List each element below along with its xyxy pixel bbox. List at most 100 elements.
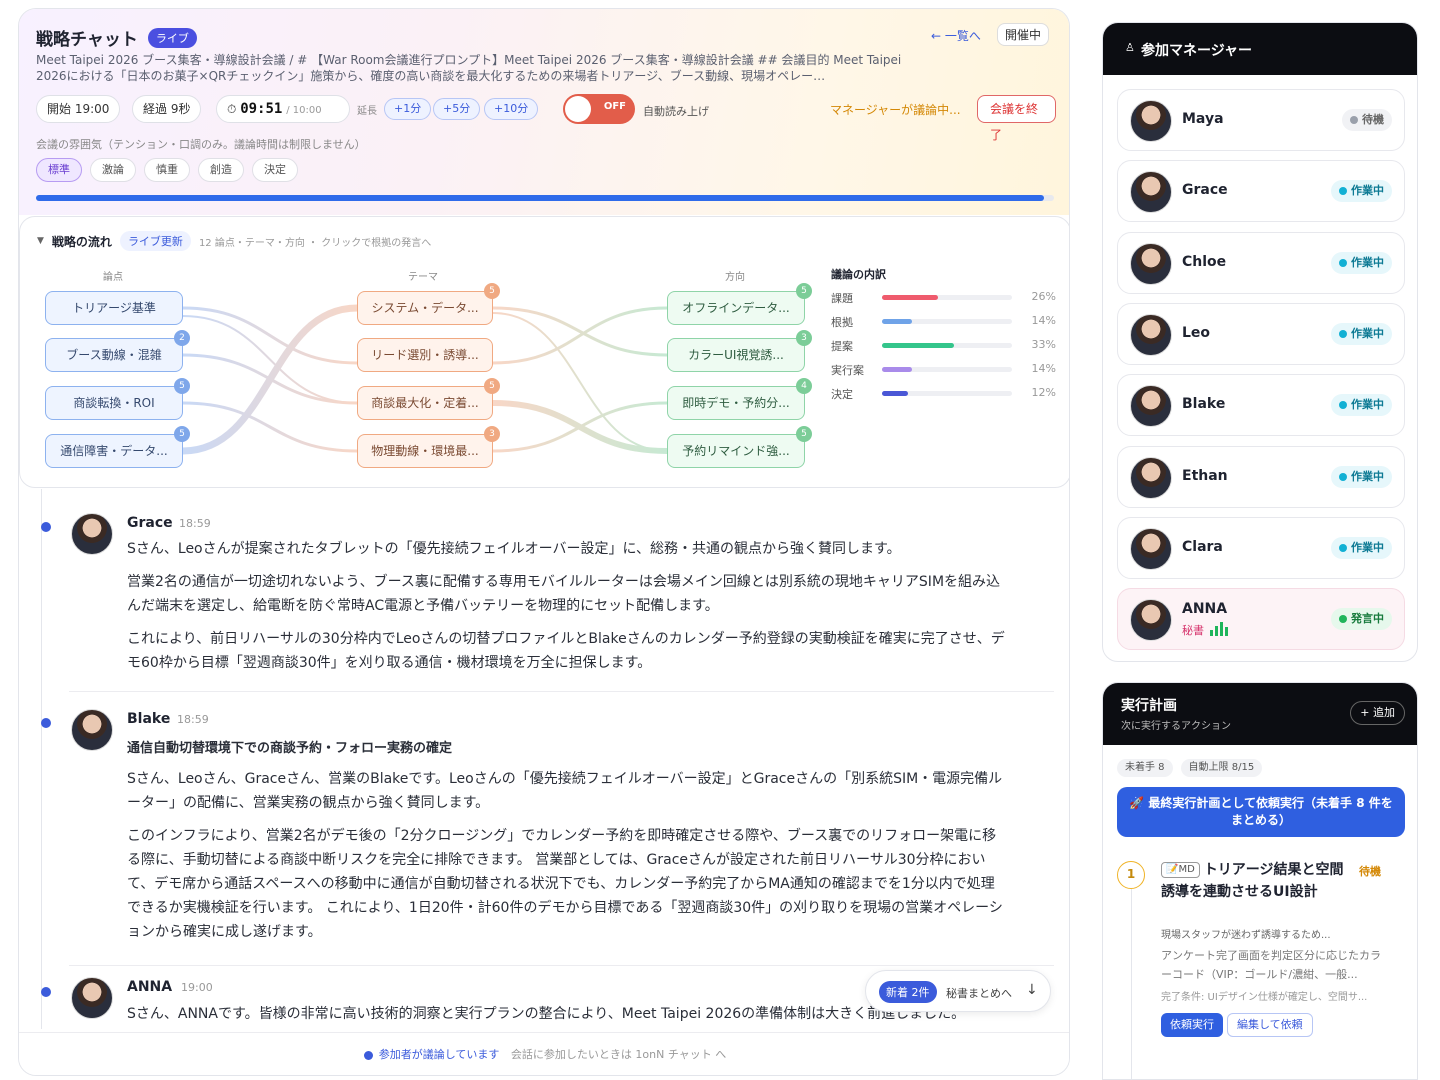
control-row: 開始 19:00 経過 9秒 ⏱ 09:51 / 10:00 延長 +1分 +5… (36, 94, 1056, 142)
avatar (71, 513, 113, 555)
plan-timeline (1131, 873, 1132, 1079)
flow-node-issue[interactable]: 通信障害・データ... 5 (45, 426, 190, 468)
unstarted-count-chip: 未着手 8 (1117, 759, 1173, 777)
extend-5min-button[interactable]: +5分 (433, 98, 481, 120)
breakdown-name: 根拠 (831, 316, 853, 329)
run-request-button[interactable]: 依頼実行 (1161, 1013, 1223, 1037)
manager-name: Clara (1182, 538, 1223, 555)
flow-node-theme[interactable]: 物理動線・環境最... 3 (357, 426, 500, 468)
manager-card-anna[interactable]: ANNA 秘書 発言中 (1117, 588, 1405, 651)
node-label: ブース動線・混雑 (66, 348, 162, 362)
breakdown-pct: 12% (1031, 386, 1056, 399)
manager-card-ethan[interactable]: Ethan 作業中 (1117, 445, 1405, 508)
message-divider (69, 691, 1054, 692)
join-hint[interactable]: 会話に参加したいときは 1onN チャット へ (511, 1048, 726, 1061)
status-badge: 開催中 (997, 23, 1050, 46)
mood-heated[interactable]: 激論 (90, 158, 136, 182)
manager-card-clara[interactable]: Clara 作業中 (1117, 516, 1405, 579)
avatar (1130, 527, 1172, 570)
message-author: ANNA (127, 979, 173, 995)
task-description: 現場スタッフが迷わず誘導するため... (1161, 930, 1331, 941)
back-to-list-link[interactable]: ← 一覧へ (931, 27, 981, 44)
mood-careful[interactable]: 慎重 (144, 158, 190, 182)
manager-card-chloe[interactable]: Chloe 作業中 (1117, 231, 1405, 294)
avatar (1130, 313, 1172, 356)
extend-1min-button[interactable]: +1分 (384, 98, 432, 120)
participants-header: ♙ 参加マネージャー (1103, 23, 1417, 75)
message-author: Blake (127, 711, 171, 727)
breakdown-fill (882, 367, 913, 372)
mood-standard[interactable]: 標準 (36, 158, 82, 182)
node-count-badge: 5 (796, 283, 812, 299)
manager-name: Leo (1182, 324, 1211, 341)
mood-label: 会議の雰囲気（テンション・口調のみ。議論時間は制限しません） (36, 138, 366, 151)
page-title: 戦略チャット (36, 30, 138, 50)
flow-node-direction[interactable]: オフラインデータ... 5 (667, 283, 812, 325)
breakdown-track (882, 367, 1012, 372)
add-action-button[interactable]: + 追加 (1350, 701, 1405, 725)
flow-node-direction[interactable]: 即時デモ・予約分... 4 (667, 378, 812, 420)
task-status: 待機 (1359, 865, 1381, 878)
plan-subtitle: 次に実行するアクション (1121, 721, 1231, 732)
flow-node-theme[interactable]: リード選別・誘導... (357, 338, 493, 372)
timer-remaining: 09:51 (240, 101, 283, 117)
breakdown-row: 根拠 14% (831, 314, 1056, 329)
breakdown-row: 提案 33% (831, 338, 1056, 353)
progress-fill (36, 195, 1044, 201)
status-badge: 作業中 (1331, 394, 1392, 417)
timer-limit: / 10:00 (286, 105, 322, 116)
task-body: アンケート完了画面を判定区分に応じたカラーコード（VIP：ゴールド/濃紺、一般.… (1161, 949, 1381, 981)
clock-icon: ⏱ (227, 102, 237, 116)
flow-node-issue[interactable]: トリアージ基準 (45, 291, 183, 325)
node-label: システム・データ... (371, 301, 479, 315)
execute-final-plan-button[interactable]: 🚀 最終実行計画として依頼実行（未着手 8 件をまとめる） (1117, 787, 1405, 837)
breakdown-track (882, 295, 1012, 300)
jump-to-summary-label: 秘書まとめへ (946, 987, 1012, 1000)
breakdown-pct: 14% (1031, 314, 1056, 327)
manager-card-blake[interactable]: Blake 作業中 (1117, 374, 1405, 437)
mood-decision[interactable]: 決定 (252, 158, 298, 182)
audio-level-icon (1210, 622, 1228, 637)
chat-header: 戦略チャット ライブ ← 一覧へ 開催中 Meet Taipei 2026 ブー… (19, 9, 1069, 215)
message-paragraph: このインフラにより、営業2名がデモ後の「2分クロージング」でカレンダー予約を即時… (127, 828, 1003, 940)
status-badge: 作業中 (1331, 322, 1392, 345)
activity-dot (363, 1050, 373, 1060)
manager-card-leo[interactable]: Leo 作業中 (1117, 302, 1405, 365)
meeting-subtitle: Meet Taipei 2026 ブース集客・導線設計会議 / # 【War R… (36, 53, 902, 83)
strategy-chat-panel: 戦略チャット ライブ ← 一覧へ 開催中 Meet Taipei 2026 ブー… (18, 8, 1070, 1076)
status-badge: 作業中 (1331, 465, 1392, 488)
node-count-badge: 5 (484, 283, 500, 299)
extend-10min-button[interactable]: +10分 (484, 98, 539, 120)
manager-card-grace[interactable]: Grace 作業中 (1117, 160, 1405, 223)
flow-node-direction[interactable]: 予約リマインド強... 5 (667, 426, 812, 468)
flow-node-direction[interactable]: カラーUI視覚誘... 3 (667, 330, 812, 372)
breakdown-pct: 14% (1031, 362, 1056, 375)
document-icon: 📝 (1166, 864, 1179, 875)
start-time-pill: 開始 19:00 (36, 95, 121, 123)
message-feed[interactable]: Grace 18:59 Sさん、Leoさんが提案されたタブレットの「優先接続フェ… (19, 489, 1069, 1029)
flow-node-theme[interactable]: システム・データ... 5 (357, 283, 500, 325)
edit-request-button[interactable]: 編集して依頼 (1227, 1013, 1313, 1037)
auto-read-toggle[interactable]: OFF (563, 94, 635, 124)
meeting-progress-bar (36, 195, 1054, 201)
auto-read-label: 自動読み上げ (643, 105, 709, 118)
mood-creative[interactable]: 創造 (198, 158, 244, 182)
participants-title: 参加マネージャー (1141, 43, 1253, 59)
node-count-badge: 2 (174, 330, 190, 346)
message-time: 18:59 (179, 517, 211, 530)
flow-node-issue[interactable]: ブース動線・混雑 2 (45, 330, 190, 372)
new-messages-pill[interactable]: 新着 2件 秘書まとめへ ↓ (865, 970, 1051, 1012)
plan-title: 実行計画 (1121, 698, 1177, 714)
title-row: 戦略チャット ライブ (36, 25, 197, 50)
avatar (1130, 456, 1172, 499)
status-badge: 発言中 (1331, 608, 1392, 631)
flow-node-issue[interactable]: 商談転換・ROI 5 (45, 378, 190, 420)
manager-card-maya[interactable]: Maya 待機 (1117, 89, 1405, 151)
breakdown-title: 議論の内訳 (831, 268, 886, 281)
message-heading: 通信自動切替環境下での商談予約・フォロー実務の確定 (127, 741, 453, 756)
auto-limit-chip: 自動上限 8/15 (1180, 759, 1263, 777)
end-meeting-button[interactable]: 会議を終了 (977, 95, 1056, 142)
toggle-state: OFF (603, 101, 626, 112)
flow-node-theme[interactable]: 商談最大化・定着... 5 (357, 378, 500, 420)
timer-pill: ⏱ 09:51 / 10:00 (216, 95, 350, 123)
